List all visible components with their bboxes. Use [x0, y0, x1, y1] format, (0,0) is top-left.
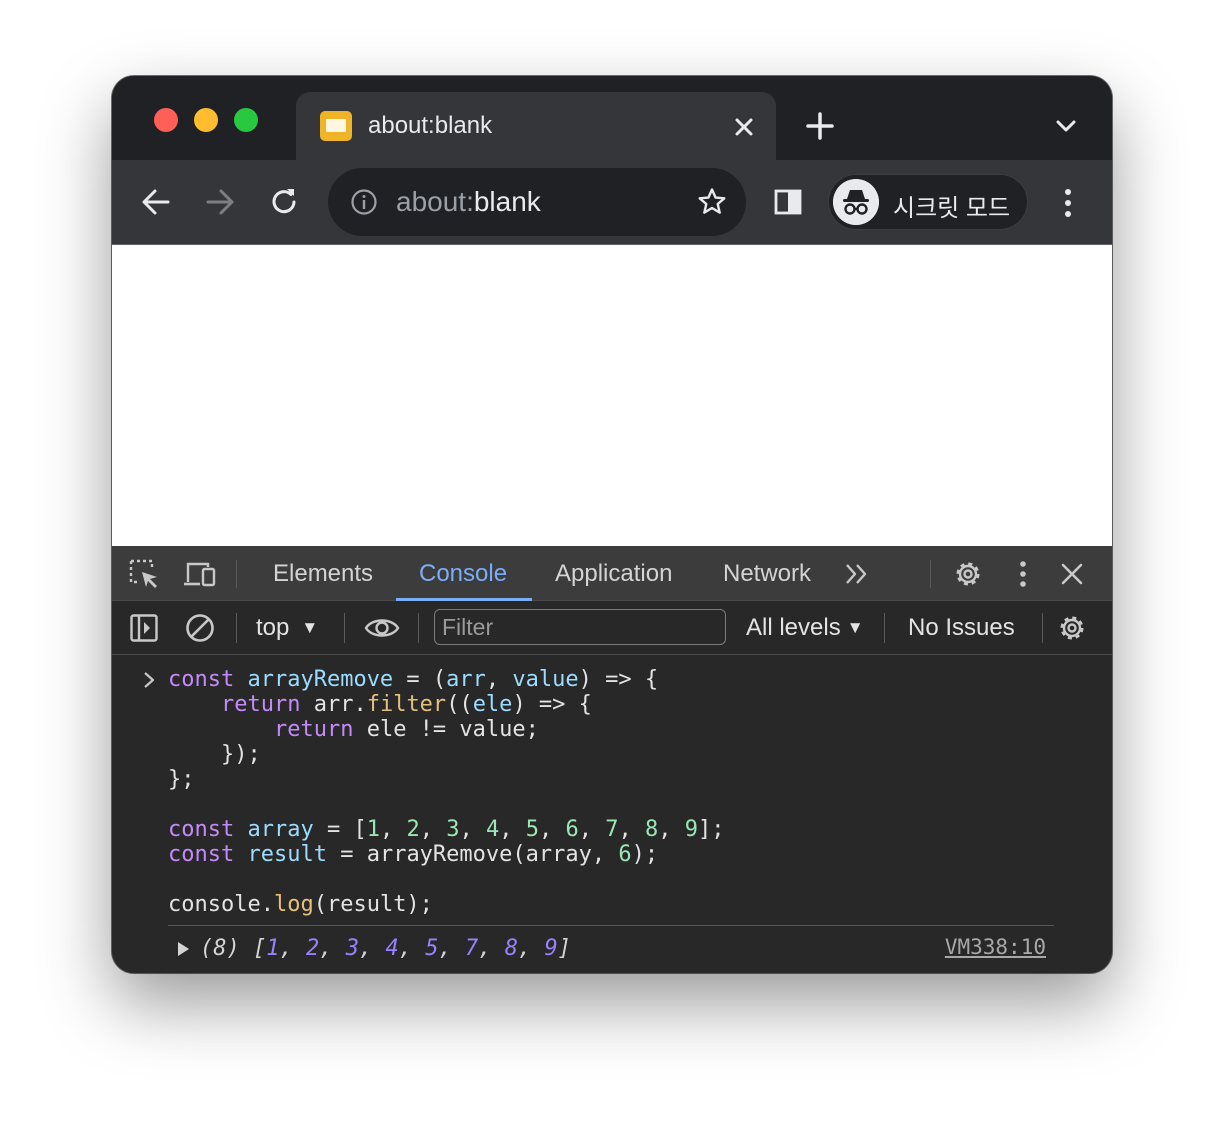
- tab-about-blank[interactable]: about:blank: [296, 92, 776, 160]
- site-info-icon[interactable]: [350, 188, 378, 216]
- separator: [1042, 613, 1043, 643]
- address-bar[interactable]: about:blank: [328, 168, 746, 236]
- incognito-icon: [833, 179, 879, 225]
- array-length: (8): [200, 936, 240, 961]
- show-sidebar-icon[interactable]: [129, 613, 159, 643]
- url-path: blank: [473, 186, 541, 217]
- inspect-element-icon[interactable]: [128, 558, 160, 590]
- clear-console-icon[interactable]: [184, 612, 216, 644]
- expand-triangle-icon[interactable]: [178, 942, 189, 956]
- device-toolbar-icon[interactable]: [182, 558, 218, 590]
- issues-counter[interactable]: No Issues: [908, 614, 1015, 642]
- console-input-code[interactable]: const arrayRemove = (arr, value) => { re…: [168, 667, 724, 917]
- array-item: 2: [306, 936, 320, 961]
- message-divider: [168, 925, 1054, 926]
- tab-console[interactable]: Console: [419, 560, 507, 588]
- separator: [418, 613, 419, 643]
- url-scheme: about:: [396, 186, 474, 217]
- close-window-button[interactable]: [154, 108, 178, 132]
- context-dropdown-icon: ▼: [301, 618, 319, 637]
- side-panel-icon[interactable]: [772, 186, 804, 218]
- array-item: 7: [465, 936, 479, 961]
- context-selector[interactable]: top ▼: [256, 614, 318, 642]
- separator: [236, 613, 237, 643]
- tab-network[interactable]: Network: [723, 560, 811, 588]
- title-bar: about:blank: [112, 76, 1112, 160]
- devtools-tab-bar: Elements Console Application Network: [112, 546, 1112, 601]
- close-tab-icon[interactable]: [730, 113, 758, 141]
- tab-elements[interactable]: Elements: [273, 560, 373, 588]
- array-item: 3: [345, 936, 359, 961]
- context-label: top: [256, 614, 290, 641]
- tab-application[interactable]: Application: [555, 560, 672, 588]
- close-devtools-icon[interactable]: [1058, 560, 1086, 588]
- page-content-blank[interactable]: [112, 244, 1112, 546]
- array-item: 4: [385, 936, 399, 961]
- more-tabs-chevron-icon[interactable]: [844, 562, 870, 586]
- log-levels-dropdown[interactable]: All levels ▼: [746, 614, 864, 642]
- separator: [344, 613, 345, 643]
- minimize-window-button[interactable]: [194, 108, 218, 132]
- separator: [884, 613, 885, 643]
- browser-window: about:blank about:blank 시크릿 모드 Elements …: [112, 76, 1112, 973]
- page-favicon-icon: [320, 111, 352, 141]
- separator: [236, 560, 237, 588]
- log-levels-label: All levels: [746, 614, 841, 641]
- settings-gear-icon[interactable]: [952, 558, 984, 590]
- array-output: (8) [1, 2, 3, 4, 5, 7, 8, 9]: [200, 936, 571, 961]
- address-text: about:blank: [396, 186, 541, 218]
- zoom-window-button[interactable]: [234, 108, 258, 132]
- console-messages[interactable]: const arrayRemove = (arr, value) => { re…: [112, 655, 1112, 973]
- browser-toolbar: about:blank 시크릿 모드: [112, 160, 1112, 244]
- incognito-label: 시크릿 모드: [893, 195, 1011, 222]
- levels-dropdown-icon: ▼: [846, 618, 864, 637]
- devtools-panel: Elements Console Application Network top…: [112, 546, 1112, 973]
- browser-menu-icon[interactable]: [1056, 186, 1080, 220]
- console-filter-input[interactable]: [434, 609, 726, 645]
- array-item: 8: [504, 936, 518, 961]
- array-item: 1: [266, 936, 280, 961]
- source-location-link[interactable]: VM338:10: [945, 935, 1046, 959]
- live-expression-eye-icon[interactable]: [364, 614, 400, 642]
- tab-search-chevron-icon[interactable]: [1052, 112, 1080, 140]
- new-tab-icon[interactable]: [804, 110, 836, 142]
- tab-title: about:blank: [368, 112, 493, 139]
- input-prompt-chevron-icon: [144, 672, 155, 688]
- devtools-menu-icon[interactable]: [1012, 559, 1034, 589]
- back-arrow-icon[interactable]: [138, 184, 174, 220]
- reload-icon[interactable]: [266, 184, 302, 220]
- array-item: 9: [544, 936, 558, 961]
- separator: [930, 560, 931, 588]
- incognito-profile-button[interactable]: 시크릿 모드: [828, 174, 1028, 230]
- console-settings-gear-icon[interactable]: [1056, 612, 1088, 644]
- array-item: 5: [425, 936, 439, 961]
- forward-arrow-icon[interactable]: [202, 184, 238, 220]
- console-toolbar: top ▼ All levels ▼ No Issues: [112, 601, 1112, 655]
- bookmark-star-icon[interactable]: [696, 186, 728, 218]
